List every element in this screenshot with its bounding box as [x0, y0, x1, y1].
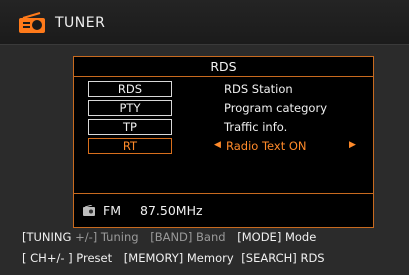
page-title: TUNER: [55, 15, 106, 31]
tuning-hint-rest: +/-] Tuning: [75, 230, 139, 244]
search-hint: [SEARCH] RDS: [241, 251, 325, 265]
radio-icon: [19, 12, 45, 33]
tuner-screen: TUNER RDS RDS RDS Station PTY Program ca…: [0, 0, 409, 275]
fm-icon: [83, 205, 95, 216]
pty-desc: Program category: [224, 101, 328, 115]
tp-key[interactable]: TP: [88, 119, 172, 135]
tp-desc: Traffic info.: [224, 120, 288, 134]
rt-row[interactable]: RT ◀ Radio Text ON ▶: [74, 137, 373, 155]
band-label: FM: [103, 203, 121, 218]
right-arrow-icon[interactable]: ▶: [349, 140, 356, 150]
footer-line-1: [TUNING +/-] Tuning [BAND] Band [MODE] M…: [22, 230, 316, 244]
header-bar: TUNER: [0, 0, 409, 45]
mode-hint: [MODE] Mode: [237, 230, 317, 244]
pty-key[interactable]: PTY: [88, 100, 172, 116]
tp-row[interactable]: TP Traffic info.: [74, 118, 373, 136]
memory-hint: [MEMORY] Memory: [123, 251, 234, 265]
tuning-hint: [TUNING: [22, 230, 72, 244]
rds-panel: RDS RDS RDS Station PTY Program category…: [73, 56, 374, 228]
frequency-value: 87.50MHz: [140, 203, 203, 218]
left-arrow-icon[interactable]: ◀: [214, 140, 221, 150]
preset-hint: [ CH+/- ] Preset: [22, 251, 113, 265]
band-hint: [BAND] Band: [150, 230, 226, 244]
rt-key[interactable]: RT: [88, 138, 172, 154]
rds-key[interactable]: RDS: [88, 81, 172, 97]
footer-line-2: [ CH+/- ] Preset [MEMORY] Memory [SEARCH…: [22, 251, 325, 265]
rds-desc: RDS Station: [224, 82, 293, 96]
panel-title: RDS: [74, 57, 373, 77]
pty-row[interactable]: PTY Program category: [74, 99, 373, 117]
rt-desc: Radio Text ON: [226, 139, 307, 153]
rds-row[interactable]: RDS RDS Station: [74, 80, 373, 98]
footer-help: [TUNING +/-] Tuning [BAND] Band [MODE] M…: [0, 228, 409, 275]
status-bar: FM 87.50MHz: [74, 193, 373, 227]
